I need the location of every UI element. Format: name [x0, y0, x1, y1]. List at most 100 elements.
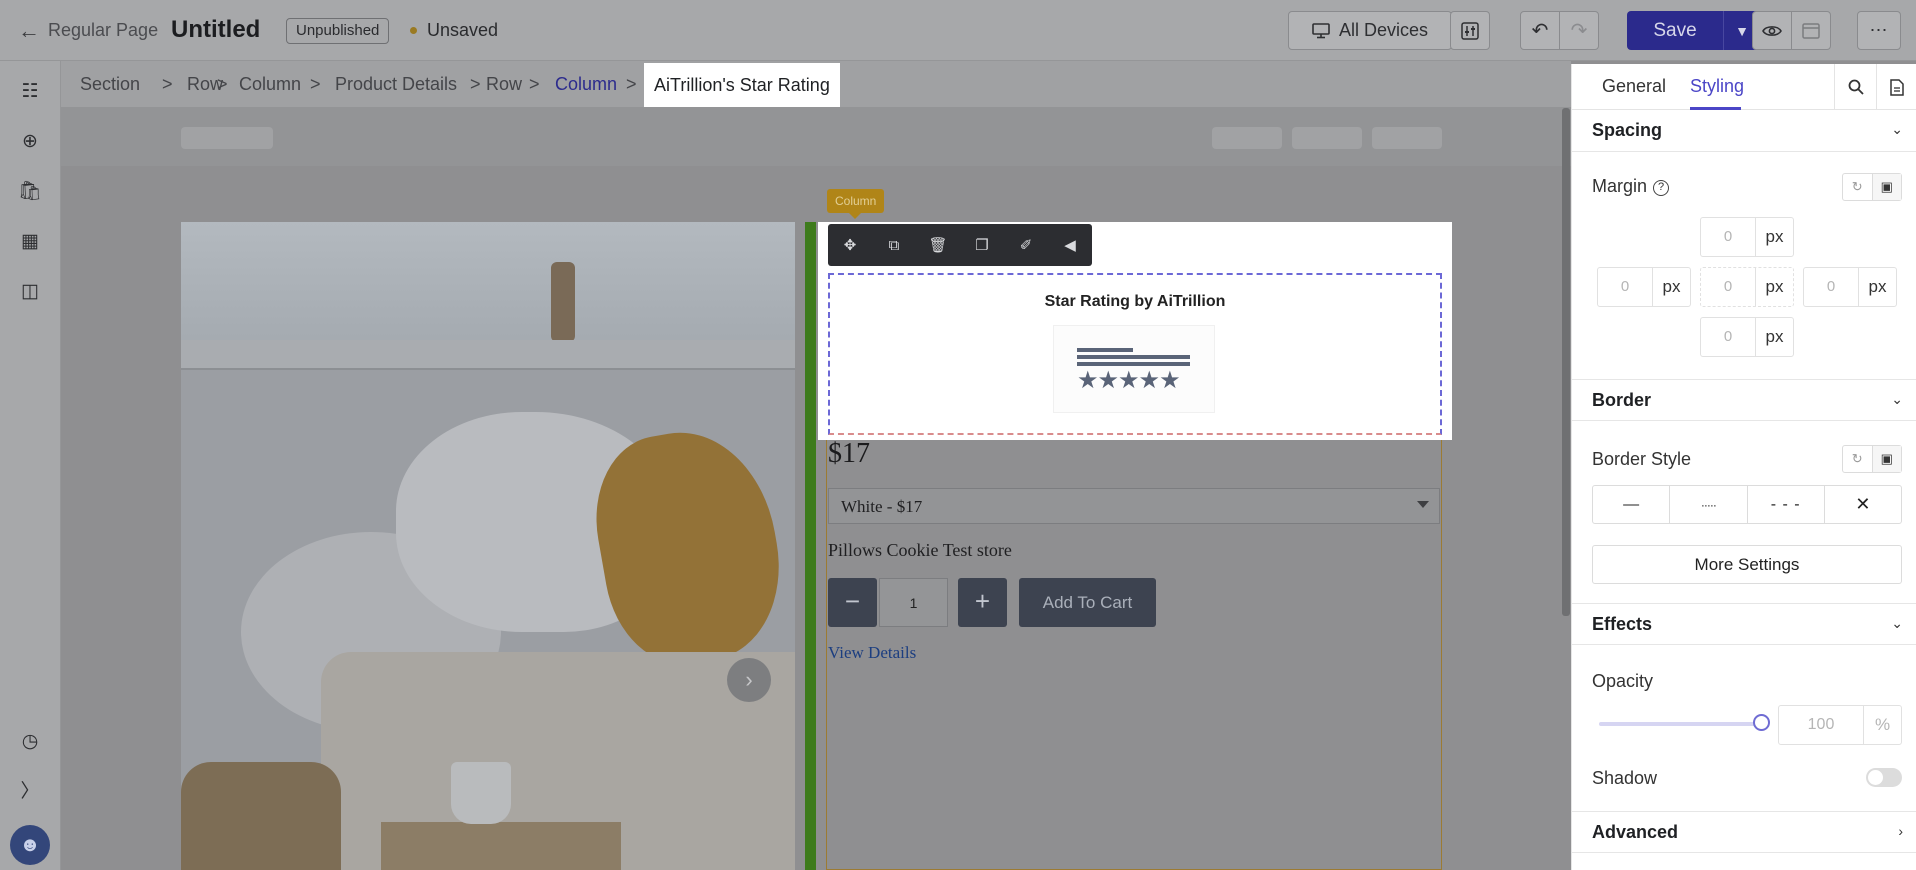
reset-icon[interactable]: ↻: [1843, 174, 1872, 200]
devices-label: All Devices: [1338, 20, 1429, 40]
opacity-value[interactable]: 100: [1779, 706, 1863, 744]
advanced-section-header[interactable]: Advanced ›: [1572, 811, 1916, 853]
undo-icon: ↶: [1531, 20, 1549, 42]
margin-right-field[interactable]: 0 px: [1803, 267, 1897, 307]
back-page-link[interactable]: Regular Page: [48, 20, 158, 41]
opacity-label: Opacity: [1592, 671, 1654, 691]
image-vase: [551, 262, 575, 342]
opacity-slider-handle[interactable]: [1753, 714, 1770, 731]
quantity-increase-button[interactable]: +: [958, 578, 1007, 627]
page-title[interactable]: Untitled: [171, 16, 260, 44]
chevron-down-icon: ▼: [1735, 22, 1749, 39]
history-icon[interactable]: ◷: [17, 729, 43, 755]
margin-left-value[interactable]: 0: [1598, 268, 1652, 306]
grid-icon[interactable]: ▦: [17, 229, 43, 255]
add-element-icon[interactable]: ⊕: [17, 129, 43, 155]
margin-bottom-value[interactable]: 0: [1701, 318, 1755, 356]
effects-section-header[interactable]: Effects ⌄: [1572, 603, 1916, 645]
desktop-icon[interactable]: ▣: [1871, 174, 1901, 200]
breadcrumb-item-section[interactable]: Section: [80, 74, 140, 95]
redo-button[interactable]: ↷: [1559, 11, 1599, 50]
search-icon[interactable]: [1834, 64, 1876, 110]
page-settings-button[interactable]: [1791, 11, 1831, 50]
layout-settings-icon: [1802, 22, 1820, 39]
devices-button[interactable]: All Devices: [1288, 11, 1452, 50]
margin-right-value[interactable]: 0: [1804, 268, 1858, 306]
opacity-field[interactable]: 100 %: [1778, 705, 1902, 745]
back-arrow-icon[interactable]: ←: [18, 18, 44, 44]
tab-styling[interactable]: Styling: [1690, 76, 1744, 97]
preview-line: [1077, 348, 1133, 352]
adjust-button[interactable]: [1450, 11, 1490, 50]
nav-placeholder: [1212, 127, 1282, 149]
preview-button[interactable]: [1752, 11, 1792, 50]
margin-bottom-field[interactable]: 0 px: [1700, 317, 1794, 357]
opacity-slider-track[interactable]: [1599, 722, 1759, 726]
border-section-header[interactable]: Border ⌄: [1572, 379, 1916, 421]
breadcrumb-item-row-2[interactable]: Row: [486, 74, 522, 95]
duplicate-icon[interactable]: ⧉: [872, 224, 916, 266]
breadcrumb-separator-icon: >: [217, 74, 228, 94]
breadcrumb-item-column-2[interactable]: Column: [555, 74, 617, 95]
move-icon[interactable]: ✥: [828, 224, 872, 266]
margin-top-field[interactable]: 0 px: [1700, 217, 1794, 257]
border-solid-icon[interactable]: —: [1593, 486, 1669, 523]
column-tag[interactable]: Column: [827, 189, 885, 219]
chevron-right-icon: ›: [1898, 823, 1903, 839]
breadcrumb-item-column[interactable]: Column: [239, 74, 301, 95]
document-icon[interactable]: [1876, 64, 1916, 110]
copy-icon[interactable]: ❐: [960, 224, 1004, 266]
breadcrumb-separator-icon: >: [529, 74, 540, 94]
sitemap-icon[interactable]: ☷: [17, 79, 43, 105]
margin-center-value[interactable]: 0: [1701, 268, 1755, 306]
undo-button[interactable]: ↶: [1520, 11, 1560, 50]
border-dashed-icon[interactable]: - - -: [1746, 486, 1824, 523]
border-dotted-icon[interactable]: ·····: [1669, 486, 1746, 523]
shopify-icon[interactable]: 🛍: [17, 179, 43, 205]
desktop-icon: [1312, 22, 1330, 38]
quantity-input[interactable]: 1: [879, 578, 948, 627]
more-settings-button[interactable]: More Settings: [1592, 545, 1902, 584]
breadcrumb-separator-icon: >: [162, 74, 173, 94]
margin-device-toggle[interactable]: ↻ ▣: [1842, 173, 1902, 201]
delete-icon[interactable]: 🗑: [916, 224, 960, 266]
spacing-section-header[interactable]: Spacing ⌄: [1572, 110, 1916, 152]
shadow-toggle[interactable]: [1866, 768, 1902, 787]
canvas-scrollbar[interactable]: [1562, 108, 1570, 616]
left-rail: ☷ ⊕ 🛍 ▦ ◫ ◷ 〉 ☻: [0, 61, 61, 870]
chevron-down-icon: ⌄: [1891, 391, 1903, 407]
quantity-decrease-button[interactable]: −: [828, 578, 877, 627]
status-badge: Unpublished: [286, 18, 390, 44]
avatar[interactable]: ☻: [10, 825, 50, 865]
more-options-button[interactable]: ⋯: [1857, 11, 1901, 50]
desktop-icon[interactable]: ▣: [1871, 446, 1901, 472]
breadcrumb-item-product-details[interactable]: Product Details: [335, 74, 457, 95]
tab-general[interactable]: General: [1602, 76, 1666, 97]
margin-unit: px: [1858, 268, 1896, 306]
margin-top-value[interactable]: 0: [1701, 218, 1755, 256]
store-header-placeholder: [61, 108, 1571, 166]
breadcrumb-separator-icon: >: [470, 74, 481, 94]
border-device-toggle[interactable]: ↻ ▣: [1842, 445, 1902, 473]
column-resize-handle[interactable]: [805, 222, 816, 870]
margin-center-field[interactable]: 0 px: [1700, 267, 1794, 307]
minus-icon: −: [844, 586, 861, 616]
save-button[interactable]: Save: [1627, 11, 1723, 50]
store-name: Pillows Cookie Test store: [828, 540, 1012, 560]
border-none-icon[interactable]: ✕: [1823, 486, 1901, 523]
border-style-label: Border Style: [1592, 449, 1692, 469]
collapse-toolbar-icon[interactable]: ◀: [1048, 224, 1092, 266]
paint-icon[interactable]: ✐: [1004, 224, 1048, 266]
add-to-cart-button[interactable]: Add To Cart: [1019, 578, 1156, 627]
view-details-link[interactable]: View Details: [828, 643, 916, 663]
panel-tabs: General Styling: [1572, 64, 1916, 110]
image-next-button[interactable]: ›: [727, 658, 771, 702]
nav-placeholder: [1372, 127, 1442, 149]
apps-icon[interactable]: ◫: [17, 279, 43, 305]
help-icon[interactable]: ?: [1653, 180, 1670, 196]
code-console-icon[interactable]: 〉: [17, 779, 43, 805]
reset-icon[interactable]: ↻: [1843, 446, 1872, 472]
variant-select[interactable]: White - $17: [828, 488, 1440, 524]
margin-left-field[interactable]: 0 px: [1597, 267, 1691, 307]
product-image[interactable]: [181, 222, 795, 870]
